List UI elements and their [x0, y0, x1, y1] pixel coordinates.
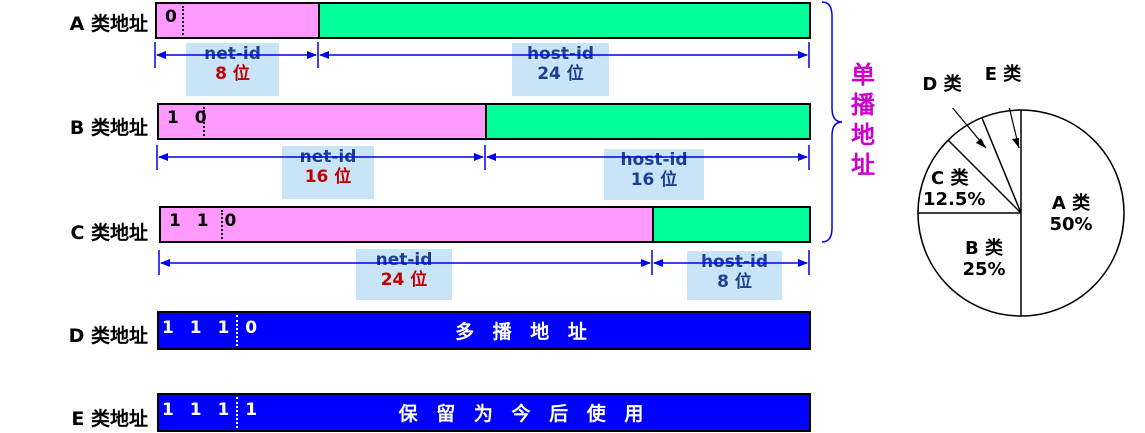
pie-label-d: D 类 — [922, 74, 962, 95]
pie-label-a: A 类 50% — [1049, 193, 1093, 235]
pie-label-c: C 类 12.5% — [923, 168, 986, 210]
unicast-brace — [821, 1, 843, 243]
pie-label-e: E 类 — [984, 64, 1022, 85]
pie-label-b: B 类 25% — [962, 238, 1006, 280]
unicast-label: 单播地址 — [851, 61, 875, 179]
